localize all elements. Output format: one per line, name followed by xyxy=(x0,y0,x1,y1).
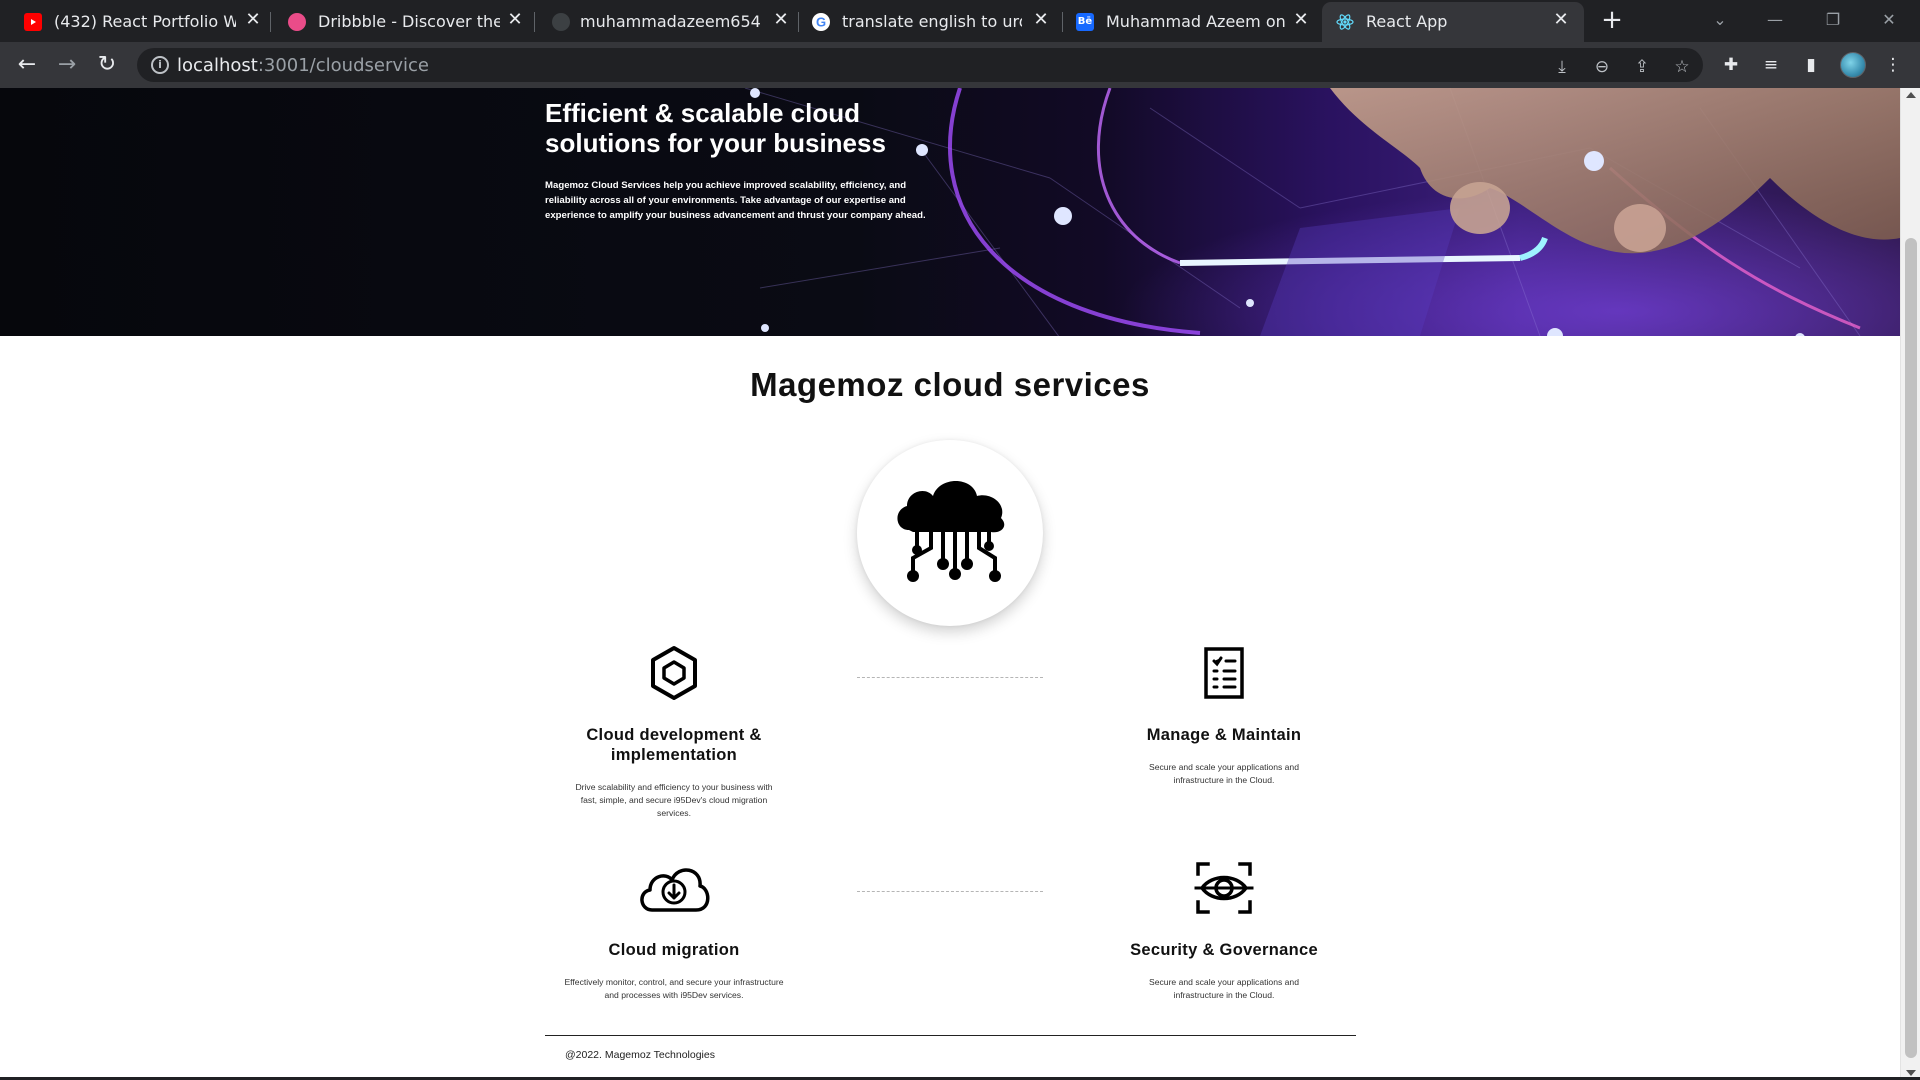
restore-icon[interactable]: ❐ xyxy=(1810,4,1856,36)
service-title: Security & Governance xyxy=(1130,941,1318,959)
close-icon[interactable]: ✕ xyxy=(1030,9,1052,31)
close-icon[interactable]: ✕ xyxy=(1550,9,1572,31)
tab-title: React App xyxy=(1366,12,1448,31)
service-card-cloud-migration: Cloud migration Effectively monitor, con… xyxy=(554,860,794,1002)
install-app-icon[interactable]: ⤓ xyxy=(1551,56,1573,78)
service-card-security-governance: Security & Governance Secure and scale y… xyxy=(1104,860,1344,1002)
window-close-icon[interactable]: ✕ xyxy=(1866,4,1912,36)
hero-description: Magemoz Cloud Services help you achieve … xyxy=(545,180,926,221)
hexagon-nut-icon xyxy=(651,646,697,700)
react-icon xyxy=(1336,13,1354,31)
tab-youtube[interactable]: (432) React Portfolio Websi ✕ xyxy=(0,2,270,42)
back-icon[interactable]: ← xyxy=(11,49,43,81)
scrollbar-thumb[interactable] xyxy=(1905,238,1917,1058)
close-icon[interactable]: ✕ xyxy=(770,9,792,31)
hero-banner: Efficient & scalable cloud solutions for… xyxy=(0,88,1900,336)
connector-line xyxy=(857,677,1043,678)
media-controls-icon[interactable]: ≡ xyxy=(1760,54,1782,76)
tab-title: (432) React Portfolio Websi xyxy=(54,12,236,31)
footer-copyright: @2022. Magemoz Technologies xyxy=(565,1049,715,1061)
connector-line xyxy=(857,891,1043,892)
service-description: Secure and scale your applications and i… xyxy=(1148,977,1299,1000)
service-card-cloud-development: Cloud development & implementation Drive… xyxy=(554,645,794,820)
reload-icon[interactable]: ↻ xyxy=(91,49,123,81)
behance-icon: Bē xyxy=(1076,13,1094,31)
browser-toolbar: ← → ↻ i localhost:3001/cloudservice ⤓ ⊖ … xyxy=(0,42,1920,88)
url-host: localhost xyxy=(177,55,258,76)
forward-icon[interactable]: → xyxy=(51,49,83,81)
section-title: Magemoz cloud services xyxy=(750,366,1150,403)
github-icon xyxy=(552,13,570,31)
tab-google[interactable]: G translate english to urdu - ( ✕ xyxy=(798,2,1060,42)
scroll-up-arrow[interactable] xyxy=(1906,92,1916,98)
footer-divider xyxy=(545,1035,1356,1036)
scroll-down-arrow[interactable] xyxy=(1906,1070,1916,1076)
url-path: :3001/cloudservice xyxy=(257,55,429,76)
bookmark-star-icon[interactable]: ☆ xyxy=(1671,56,1693,78)
cloud-download-icon xyxy=(640,868,710,912)
close-icon[interactable]: ✕ xyxy=(242,9,264,31)
extensions-icon[interactable]: ✚ xyxy=(1720,54,1742,76)
tab-title: Muhammad Azeem on Beh xyxy=(1106,12,1286,31)
new-tab-button[interactable]: + xyxy=(1598,6,1626,34)
tab-react-app[interactable]: React App ✕ xyxy=(1322,2,1584,42)
tab-title: muhammadazeem654 xyxy=(580,12,761,31)
profile-avatar[interactable] xyxy=(1840,52,1866,78)
checklist-icon xyxy=(1204,647,1244,699)
zoom-icon[interactable]: ⊖ xyxy=(1591,56,1613,78)
address-bar[interactable]: i localhost:3001/cloudservice ⤓ ⊖ ⇪ ☆ xyxy=(137,48,1703,82)
tab-behance[interactable]: Bē Muhammad Azeem on Beh ✕ xyxy=(1062,2,1322,42)
service-title: Cloud development & implementation xyxy=(586,726,762,764)
center-icon-circle xyxy=(857,440,1043,626)
cloud-network-icon xyxy=(897,481,1005,582)
share-icon[interactable]: ⇪ xyxy=(1631,56,1653,78)
tab-search-icon[interactable]: ⌄ xyxy=(1697,4,1743,36)
tab-github[interactable]: muhammadazeem654 ✕ xyxy=(534,2,796,42)
service-description: Secure and scale your applications and i… xyxy=(1148,762,1299,785)
dribbble-icon xyxy=(288,13,306,31)
service-title: Cloud migration xyxy=(608,941,740,959)
service-title: Manage & Maintain xyxy=(1146,726,1302,744)
tab-title: translate english to urdu - ( xyxy=(842,12,1022,31)
close-icon[interactable]: ✕ xyxy=(1290,9,1312,31)
service-description: Effectively monitor, control, and secure… xyxy=(564,977,784,1000)
page-viewport: Efficient & scalable cloud solutions for… xyxy=(0,88,1900,1080)
hero-title: Efficient & scalable cloud solutions for… xyxy=(545,98,886,158)
menu-icon[interactable]: ⋮ xyxy=(1882,54,1904,76)
close-icon[interactable]: ✕ xyxy=(504,9,526,31)
side-panel-icon[interactable]: ▮ xyxy=(1800,54,1822,76)
service-card-manage-maintain: Manage & Maintain Secure and scale your … xyxy=(1104,645,1344,787)
service-description: Drive scalability and efficiency to your… xyxy=(575,782,773,818)
google-icon: G xyxy=(812,13,830,31)
tab-title: Dribbble - Discover the Wo xyxy=(318,12,500,31)
tab-dribbble[interactable]: Dribbble - Discover the Wo ✕ xyxy=(270,2,532,42)
page-scrollbar[interactable] xyxy=(1900,88,1920,1080)
eye-scan-icon xyxy=(1194,862,1254,914)
svg-text:G: G xyxy=(816,15,826,30)
youtube-icon xyxy=(24,13,42,31)
minimize-icon[interactable]: — xyxy=(1752,4,1798,36)
url-text[interactable]: localhost:3001/cloudservice xyxy=(177,55,429,76)
info-icon[interactable]: i xyxy=(151,56,169,74)
browser-tab-strip: (432) React Portfolio Websi ✕ Dribbble -… xyxy=(0,0,1920,42)
